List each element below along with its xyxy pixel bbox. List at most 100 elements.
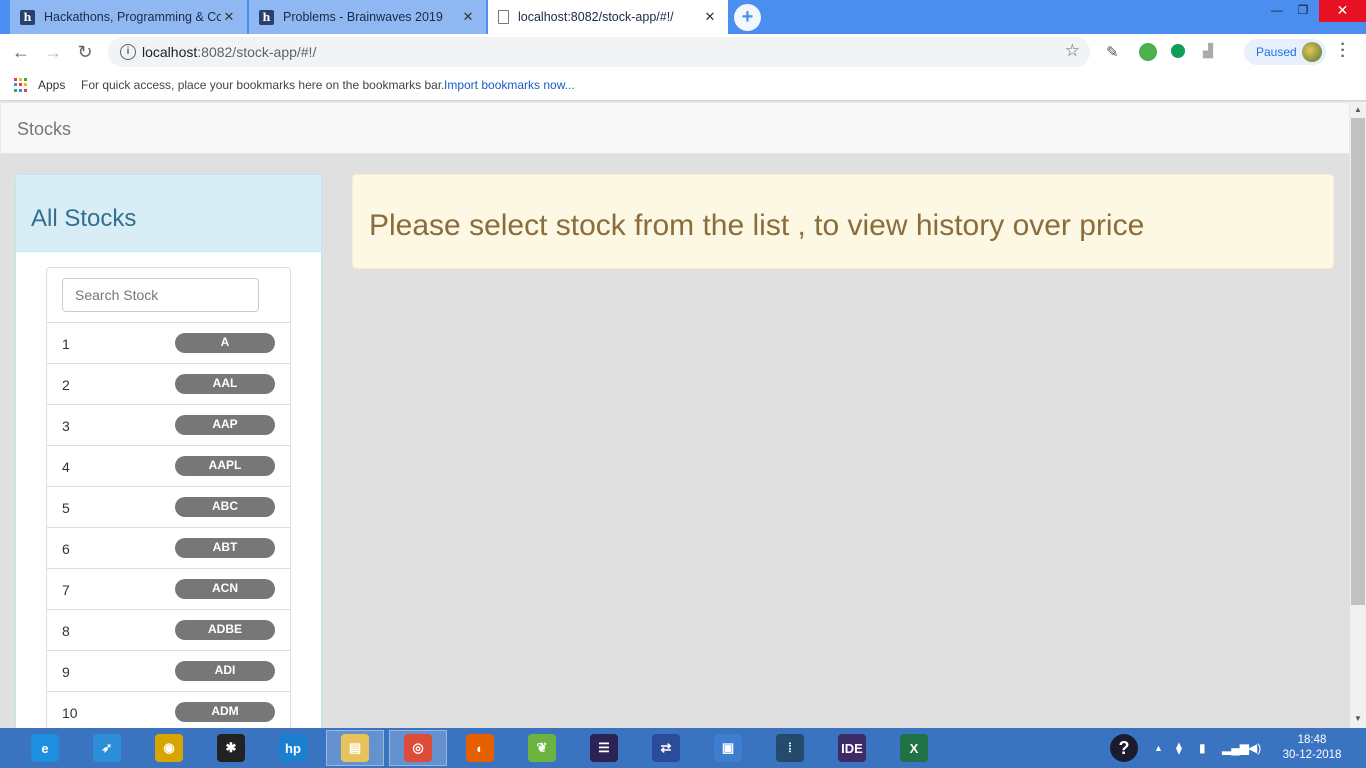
select-stock-alert: Please select stock from the list , to v… [352,174,1334,269]
media-player-icon: ◉ [155,734,183,762]
import-bookmarks-link[interactable]: Import bookmarks now... [444,78,575,92]
h-icon: h [20,9,35,25]
taskbar-app-button[interactable]: ⇄ [637,730,695,766]
chrome-icon: ◎ [404,734,432,762]
window-close-button[interactable]: ✕ [1319,0,1366,22]
java-ee-ide-icon: IDE [838,734,866,762]
taskbar-app-button[interactable]: ✱ [202,730,260,766]
apps-link[interactable]: Apps [38,78,65,92]
tab-strip: h Hackathons, Programming & Co ✕ h Probl… [0,0,1366,34]
list-item[interactable]: 2 AAL [47,364,290,405]
taskbar-app-button[interactable]: ◎ [389,730,447,766]
analytics-extension-icon[interactable]: ▟ [1203,43,1221,61]
tab-brainwaves[interactable]: h Problems - Brainwaves 2019 ✕ [249,0,486,34]
clock-date: 30-12-2018 [1282,749,1342,761]
excel-icon: X [900,734,928,762]
profile-button[interactable]: Paused [1244,39,1326,65]
stock-number: 8 [62,623,70,639]
browser-toolbar: ← → ↻ i localhost:8082/stock-app/#!/ ☆ ✎… [0,34,1366,70]
help-icon[interactable]: ? [1110,728,1138,768]
taskbar-app-button[interactable]: ◉ [140,730,198,766]
search-row [47,268,290,323]
list-item[interactable]: 6 ABT [47,528,290,569]
taskbar-app-button[interactable]: X [885,730,943,766]
tray-overflow-icon[interactable]: ▲ [1154,728,1163,768]
stock-symbol-badge[interactable]: ADI [175,661,275,681]
info-icon[interactable]: i [120,44,136,60]
scrollbar-thumb[interactable] [1351,118,1365,605]
list-item[interactable]: 4 AAPL [47,446,290,487]
restore-icon[interactable]: ❐ [1290,0,1316,22]
scroll-up-icon[interactable]: ▲ [1350,102,1366,118]
stock-symbol-badge[interactable]: ABT [175,538,275,558]
taskbar-app-button[interactable]: hp [264,730,322,766]
forward-icon[interactable]: → [41,40,65,64]
list-item[interactable]: 10 ADM [47,692,290,728]
stock-number: 5 [62,500,70,516]
green-extension-icon[interactable] [1171,44,1185,58]
taskbar-app-button[interactable]: ⦙ [761,730,819,766]
stock-number: 9 [62,664,70,680]
tab-stock-app[interactable]: localhost:8082/stock-app/#!/ ✕ [488,0,728,34]
list-item[interactable]: 1A [47,323,290,364]
eyedropper-extension-icon[interactable]: ✎ [1106,43,1124,61]
address-bar[interactable]: i localhost:8082/stock-app/#!/ ☆ [108,37,1090,67]
new-tab-button[interactable]: + [734,4,761,31]
eclipse-icon: ☰ [590,734,618,762]
back-icon[interactable]: ← [9,40,33,64]
internet-explorer-icon: e [31,734,59,762]
stock-number: 2 [62,377,70,393]
battery-icon[interactable]: ▮ [1199,728,1206,768]
file-explorer-icon: ▤ [341,734,369,762]
scroll-down-icon[interactable]: ▼ [1350,711,1366,727]
search-input[interactable] [62,278,259,312]
stock-number: 4 [62,459,70,475]
list-item[interactable]: 8 ADBE [47,610,290,651]
taskbar-app-button[interactable]: ☰ [575,730,633,766]
list-item[interactable]: 5 ABC [47,487,290,528]
taskbar-app-button[interactable]: ◐ [451,730,509,766]
app-brand[interactable]: Stocks [17,119,71,140]
taskbar-app-button[interactable]: e [16,730,74,766]
taskbar-app-button[interactable]: ➶ [78,730,136,766]
taskbar-app-button[interactable]: ▣ [699,730,757,766]
close-icon[interactable]: ✕ [460,9,476,25]
bookmark-star-icon[interactable]: ☆ [1065,41,1080,61]
dropbox-icon[interactable]: ⧫ [1176,728,1182,768]
clock-time: 18:48 [1297,734,1327,746]
apps-grid-icon[interactable] [14,78,28,92]
list-item[interactable]: 7 ACN [47,569,290,610]
network-config-icon: ⇄ [652,734,680,762]
stock-symbol-badge[interactable]: ABC [175,497,275,517]
minimize-icon[interactable]: — [1264,0,1290,22]
close-icon[interactable]: ✕ [702,9,718,25]
close-icon[interactable]: ✕ [221,9,237,25]
stock-symbol-badge[interactable]: AAL [175,374,275,394]
url-text: localhost:8082/stock-app/#!/ [142,44,317,60]
taskbar-app-button[interactable]: ▤ [326,730,384,766]
stock-symbol-badge[interactable]: ADBE [175,620,275,640]
taskbar-app-button[interactable]: ❦ [513,730,571,766]
stock-symbol-badge[interactable]: ADM [175,702,275,722]
stock-symbol-badge[interactable]: ACN [175,579,275,599]
system-clock[interactable]: 18:48 30-12-2018 [1272,733,1352,763]
list-item[interactable]: 3 AAP [47,405,290,446]
stock-list: 1A 2AAL 3AAP 4AAPL 5ABC 6ABT 7ACN 8ADBE … [46,267,291,728]
wifi-signal-icon[interactable]: ▂▄▆ [1222,728,1249,768]
bookmarks-bar: Apps For quick access, place your bookma… [0,70,1366,101]
stock-symbol-badge[interactable]: AAP [175,415,275,435]
tab-hackerearth[interactable]: h Hackathons, Programming & Co ✕ [10,0,247,34]
tab-title: Hackathons, Programming & Co [44,10,221,24]
stock-symbol-badge[interactable]: AAPL [175,456,275,476]
menu-icon[interactable]: · · · [1338,37,1348,65]
reload-icon[interactable]: ↻ [73,40,97,64]
tab-title: localhost:8082/stock-app/#!/ [518,10,674,24]
stock-symbol-badge[interactable]: A [175,333,275,353]
globe-extension-icon[interactable] [1139,43,1157,61]
volume-icon[interactable]: ◀) [1248,728,1261,768]
list-item[interactable]: 9 ADI [47,651,290,692]
stock-number: 1 [62,336,70,352]
rocket-app-icon: ➶ [93,734,121,762]
stock-number: 6 [62,541,70,557]
taskbar-app-button[interactable]: IDE [823,730,881,766]
